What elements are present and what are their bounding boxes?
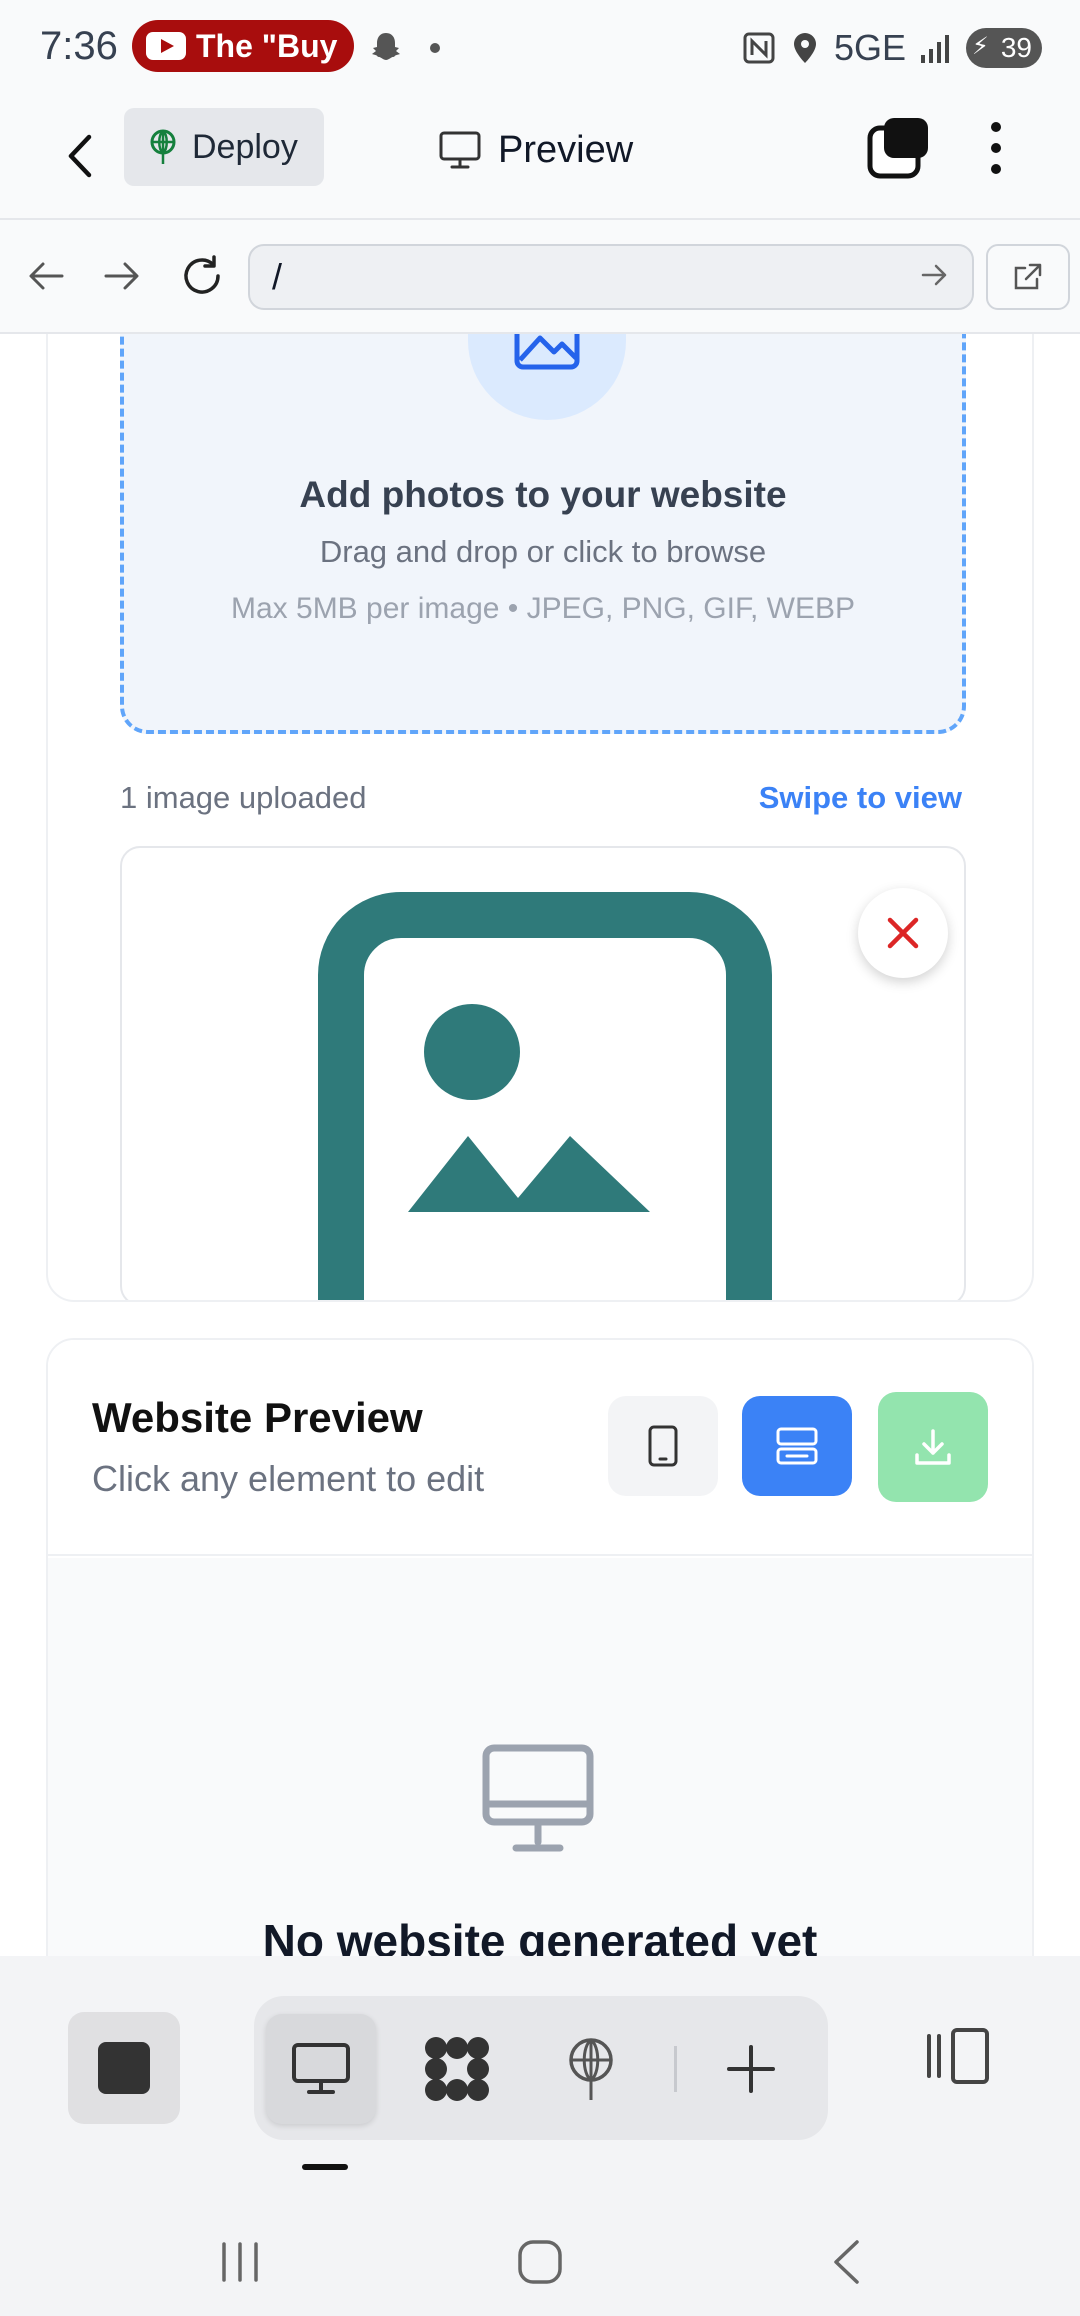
back-button[interactable] bbox=[56, 126, 104, 186]
open-external-button[interactable] bbox=[986, 244, 1070, 310]
arrow-right-icon bbox=[104, 262, 139, 290]
desktop-view-button[interactable] bbox=[742, 1396, 852, 1496]
deploy-button[interactable]: Deploy bbox=[124, 108, 324, 186]
recent-apps-button[interactable] bbox=[210, 2232, 270, 2292]
empty-state-text: No website generated yet bbox=[262, 1915, 818, 1956]
swipe-to-view-link[interactable]: Swipe to view bbox=[759, 780, 962, 816]
monitor-icon bbox=[439, 131, 481, 169]
recents-icon bbox=[222, 2242, 258, 2282]
status-icons: 5GE 39 bbox=[742, 24, 1042, 72]
download-icon bbox=[915, 1429, 951, 1465]
dock-deploy-tab[interactable] bbox=[536, 2014, 646, 2124]
monitor-icon bbox=[292, 2043, 350, 2094]
notification-text: The "Buy bbox=[196, 27, 338, 64]
battery-level: 39 bbox=[1000, 32, 1032, 63]
home-icon bbox=[518, 2240, 562, 2284]
status-bar: 7:36 The "Buy 5GE 39 bbox=[0, 0, 1080, 96]
app-header: Deploy Preview bbox=[0, 96, 1080, 220]
dropzone-subtitle: Drag and drop or click to browse bbox=[319, 534, 767, 569]
preview-title-label: Preview bbox=[498, 128, 634, 171]
nfc-icon bbox=[743, 32, 775, 64]
uploaded-image-thumbnail bbox=[318, 892, 772, 1300]
content-area[interactable]: Add photos to your website Drag and drop… bbox=[0, 334, 1080, 1956]
image-icon bbox=[514, 334, 580, 370]
photo-upload-card: Add photos to your website Drag and drop… bbox=[46, 334, 1034, 1302]
website-preview-subtitle: Click any element to edit bbox=[92, 1458, 485, 1499]
chevron-left-icon bbox=[68, 134, 92, 178]
bottom-dock bbox=[0, 1956, 1080, 2202]
antenna-icon bbox=[569, 2038, 613, 2100]
monitor-placeholder-icon bbox=[482, 1744, 594, 1852]
url-input[interactable]: / bbox=[248, 244, 974, 310]
dock-agent-tab[interactable] bbox=[402, 2014, 512, 2124]
plus-icon bbox=[727, 2045, 775, 2093]
system-back-button[interactable] bbox=[816, 2232, 876, 2292]
website-preview-card: Website Preview Click any element to edi… bbox=[46, 1338, 1034, 1956]
dock-tab-group bbox=[254, 1996, 828, 2140]
active-tab-indicator bbox=[302, 2164, 348, 2170]
sidebar-toggle-icon bbox=[927, 2028, 989, 2084]
network-label: 5GE bbox=[833, 27, 906, 68]
upload-count: 1 image uploaded bbox=[120, 780, 367, 815]
flower-grid-icon bbox=[425, 2037, 489, 2101]
snapchat-icon bbox=[372, 33, 400, 60]
system-navigation-bar bbox=[0, 2202, 1080, 2316]
upload-icon-circle bbox=[468, 334, 626, 420]
stop-icon bbox=[98, 2042, 150, 2094]
panel-toggle-button[interactable] bbox=[918, 2016, 998, 2096]
location-icon bbox=[793, 33, 816, 63]
stop-button[interactable] bbox=[68, 2012, 180, 2124]
tabs-button[interactable] bbox=[866, 116, 930, 180]
external-link-icon bbox=[1014, 263, 1042, 290]
deploy-label: Deploy bbox=[192, 127, 298, 166]
refresh-icon bbox=[184, 255, 220, 294]
mobile-view-button[interactable] bbox=[608, 1396, 718, 1496]
url-bar: / bbox=[0, 220, 1080, 334]
reload-button[interactable] bbox=[178, 252, 226, 300]
remove-image-button[interactable] bbox=[858, 888, 948, 978]
website-preview-header: Website Preview Click any element to edi… bbox=[48, 1340, 1032, 1556]
status-time: 7:36 bbox=[40, 24, 118, 68]
home-button[interactable] bbox=[510, 2232, 570, 2292]
battery-indicator: 39 bbox=[966, 28, 1042, 68]
phone-icon bbox=[648, 1425, 678, 1467]
chevron-left-icon bbox=[834, 2240, 859, 2284]
layout-icon bbox=[776, 1427, 818, 1465]
dock-preview-tab[interactable] bbox=[266, 2014, 376, 2124]
browser-forward-button[interactable] bbox=[98, 252, 146, 300]
browser-back-button[interactable] bbox=[22, 252, 70, 300]
website-preview-title: Website Preview bbox=[92, 1394, 423, 1441]
website-preview-body: No website generated yet bbox=[48, 1558, 1032, 1956]
more-options-button[interactable] bbox=[968, 118, 1024, 178]
dropzone-hint: Max 5MB per image • JPEG, PNG, GIF, WEBP bbox=[231, 592, 855, 625]
dropzone-title: Add photos to your website bbox=[299, 474, 787, 515]
youtube-notification-pill[interactable]: The "Buy bbox=[132, 20, 354, 72]
signal-icon bbox=[921, 35, 949, 63]
dock-add-tab[interactable] bbox=[696, 2014, 806, 2124]
preview-title: Preview bbox=[438, 120, 633, 180]
uploaded-image-card[interactable] bbox=[120, 846, 966, 1300]
arrow-left-icon bbox=[29, 262, 64, 290]
dock-separator bbox=[674, 2046, 677, 2092]
go-arrow-icon[interactable] bbox=[920, 260, 950, 290]
youtube-icon bbox=[146, 32, 186, 60]
notification-dot bbox=[430, 43, 440, 53]
deploy-antenna-icon bbox=[150, 129, 176, 164]
close-icon bbox=[887, 917, 919, 949]
photo-dropzone[interactable]: Add photos to your website Drag and drop… bbox=[120, 334, 966, 734]
download-button[interactable] bbox=[878, 1392, 988, 1502]
